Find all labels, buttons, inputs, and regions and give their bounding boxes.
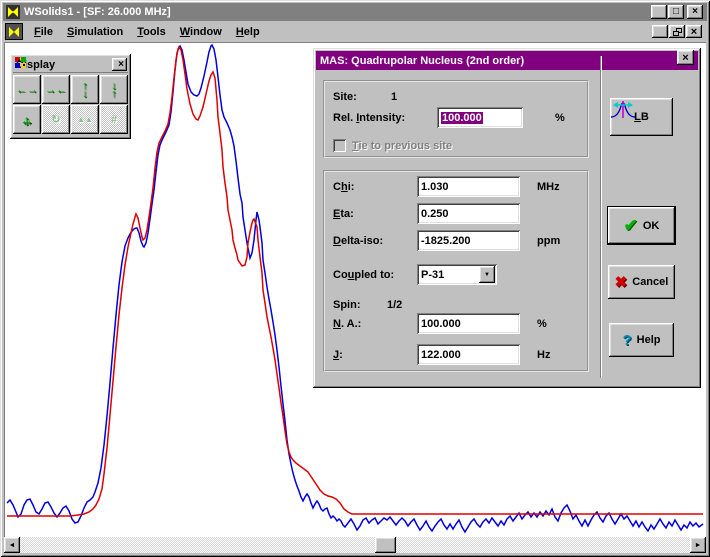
tie-checkbox-label: Tie to previous site: [352, 135, 452, 156]
menu-tools[interactable]: Tools: [130, 24, 173, 40]
delta-iso-label: Delta-iso:: [333, 230, 383, 251]
delta-iso-field[interactable]: -1825.200: [417, 230, 520, 251]
compress-vertical-button[interactable]: ↓ ↑: [100, 75, 128, 104]
ok-button[interactable]: ✔ OK: [608, 207, 675, 244]
mdi-system-menu-icon[interactable]: [5, 23, 23, 40]
compress-vertical-icon: ↓ ↑: [111, 82, 117, 98]
display-palette-close-button[interactable]: ×: [112, 58, 127, 71]
dialog-separator: [600, 56, 602, 378]
mdi-close-button[interactable]: ×: [686, 25, 702, 38]
line-broadening-icon: [610, 98, 636, 120]
peak-pick-icon: ▲▲: [77, 115, 93, 124]
dialog-titlebar[interactable]: MAS: Quadrupolar Nucleus (2nd order): [316, 51, 698, 70]
expand-horizontal-button[interactable]: ←→: [13, 75, 41, 104]
na-unit: %: [537, 313, 547, 334]
dialog-close-button[interactable]: ×: [677, 50, 694, 65]
scroll-right-button[interactable]: ►: [690, 537, 706, 553]
display-palette-titlebar[interactable]: Display ×: [13, 57, 128, 73]
horizontal-scrollbar[interactable]: ◄ ►: [4, 537, 706, 553]
arrow-left-icon: ◄: [9, 542, 16, 549]
question-icon: ?: [622, 332, 631, 349]
menu-simulation[interactable]: Simulation: [60, 24, 130, 40]
menu-bar: File Simulation Tools Window Help _ ×: [3, 22, 707, 41]
site-group: Site: 1 Rel. Intensity: 100.000 % Tie to…: [323, 80, 589, 158]
expand-vertical-icon: ↑ ↓: [82, 82, 88, 98]
na-field[interactable]: 100.000: [417, 313, 520, 334]
menu-file[interactable]: File: [27, 24, 60, 40]
site-label: Site:: [333, 86, 357, 107]
delta-iso-unit: ppm: [537, 230, 560, 251]
zoom-region-button: ↻: [42, 105, 70, 134]
fit-all-button[interactable]: ↔↕: [13, 105, 41, 134]
display-palette-icon: [15, 57, 27, 69]
chi-unit: MHz: [537, 176, 560, 197]
minimize-button[interactable]: _: [651, 5, 667, 19]
expand-vertical-button[interactable]: ↑ ↓: [71, 75, 99, 104]
scroll-left-button[interactable]: ◄: [4, 537, 20, 553]
arrow-right-icon: ►: [695, 542, 702, 549]
tie-checkbox: [333, 139, 346, 152]
chi-field[interactable]: 1.030: [417, 176, 520, 197]
chi-label: Chi:: [333, 176, 354, 197]
app-icon[interactable]: [6, 5, 20, 19]
close-button[interactable]: ×: [687, 5, 703, 19]
display-palette-buttons: ←→ →← ↑ ↓ ↓ ↑ ↔↕ ↻ ▲▲ #: [13, 75, 128, 134]
rel-intensity-value: 100.000: [441, 112, 483, 124]
j-label: J:: [333, 344, 343, 365]
coupled-to-select[interactable]: P-31 ▼: [417, 264, 497, 285]
zoom-region-icon: ↻: [51, 113, 60, 126]
parameters-group: Chi: 1.030 MHz Eta: 0.250 Delta-iso: -18…: [323, 170, 589, 372]
restore-icon: [673, 28, 682, 36]
mas-quadrupolar-dialog: MAS: Quadrupolar Nucleus (2nd order) × S…: [313, 48, 701, 388]
check-icon: ✔: [624, 216, 638, 236]
cancel-button[interactable]: ✖ Cancel: [608, 265, 675, 299]
compress-horizontal-button[interactable]: →←: [42, 75, 70, 104]
menu-window[interactable]: Window: [173, 24, 229, 40]
grid-icon: #: [111, 114, 117, 126]
maximize-button[interactable]: □: [668, 5, 684, 19]
coupled-to-value: P-31: [421, 269, 444, 281]
dialog-title: MAS: Quadrupolar Nucleus (2nd order): [320, 55, 524, 67]
na-label: N. A.:: [333, 313, 361, 334]
menu-help[interactable]: Help: [229, 24, 267, 40]
main-window: WSolids1 - [SF: 26.000 MHz] _ □ × File S…: [0, 0, 710, 557]
mdi-restore-button[interactable]: [669, 25, 685, 38]
fit-all-icon: ↔↕: [19, 112, 35, 128]
j-field[interactable]: 122.000: [417, 344, 520, 365]
spin-value: 1/2: [387, 294, 402, 315]
x-icon: ✖: [615, 273, 628, 291]
scrollbar-thumb[interactable]: [375, 537, 396, 553]
chevron-down-icon[interactable]: ▼: [479, 266, 495, 283]
help-button[interactable]: ? Help: [609, 323, 674, 357]
spin-label: Spin:: [333, 294, 361, 315]
display-palette: Display × ←→ →← ↑ ↓ ↓ ↑ ↔↕ ↻ ▲▲ #: [10, 54, 131, 139]
j-unit: Hz: [537, 344, 550, 365]
main-titlebar: WSolids1 - [SF: 26.000 MHz] _ □ ×: [3, 3, 707, 21]
site-value: 1: [391, 86, 397, 107]
compress-horizontal-icon: →←: [45, 84, 67, 96]
grid-button: #: [100, 105, 128, 134]
lb-button[interactable]: LB: [610, 98, 673, 136]
window-title: WSolids1 - [SF: 26.000 MHz]: [24, 6, 171, 18]
rel-intensity-unit: %: [555, 107, 565, 128]
expand-horizontal-icon: ←→: [16, 84, 38, 96]
peak-pick-button: ▲▲: [71, 105, 99, 134]
rel-intensity-field[interactable]: 100.000: [437, 107, 523, 128]
eta-field[interactable]: 0.250: [417, 203, 520, 224]
rel-intensity-label: Rel. Intensity:: [333, 107, 405, 128]
coupled-to-label: Coupled to:: [333, 264, 394, 285]
spectrum-client-area: Display × ←→ →← ↑ ↓ ↓ ↑ ↔↕ ↻ ▲▲ # MAS: Q…: [4, 42, 706, 537]
mdi-minimize-button[interactable]: _: [652, 25, 668, 38]
eta-label: Eta:: [333, 203, 354, 224]
